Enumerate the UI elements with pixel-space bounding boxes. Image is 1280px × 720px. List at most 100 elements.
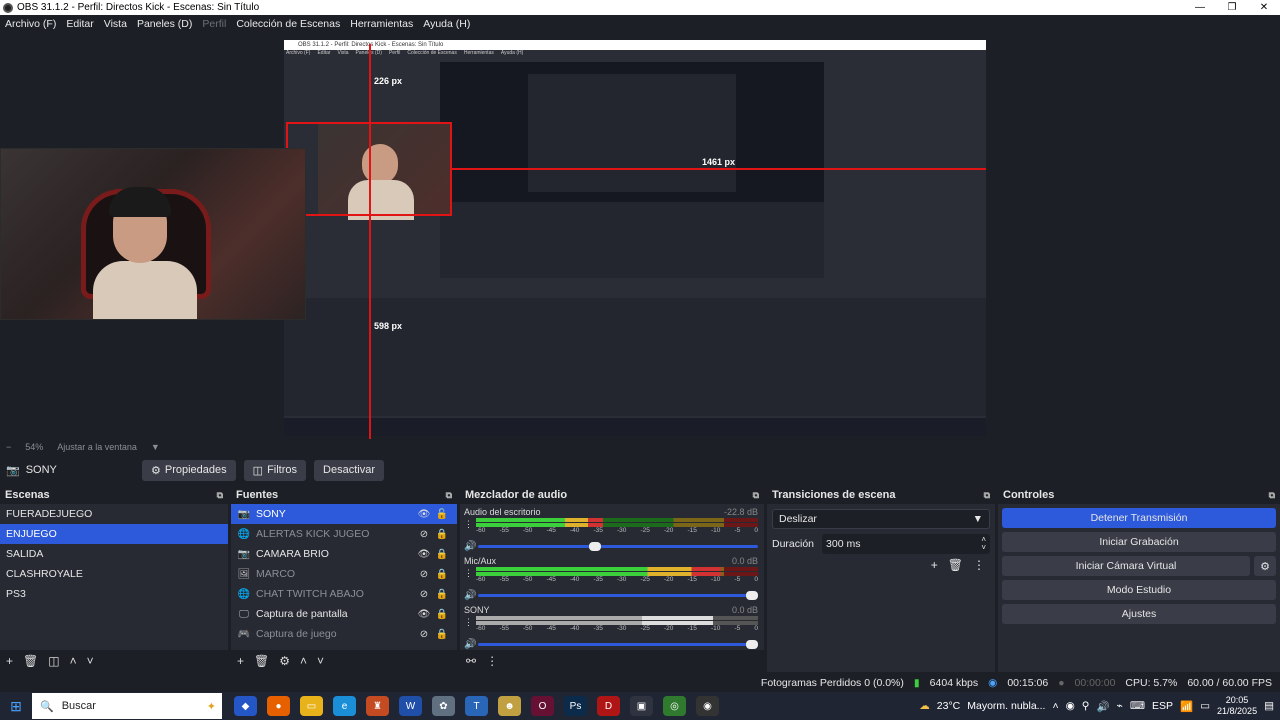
source-item[interactable]: 📷 CAMARA BRIO 👁 🔒: [231, 544, 457, 564]
lock-icon[interactable]: 🔒: [433, 609, 451, 620]
undock-icon[interactable]: ⧉: [1269, 490, 1275, 501]
menu-item[interactable]: Ayuda (H): [423, 18, 470, 30]
filters-button[interactable]: ◫ Filtros: [243, 459, 307, 481]
studio-mode-button[interactable]: Modo Estudio: [1002, 580, 1276, 600]
app-icon[interactable]: ✿: [432, 696, 455, 716]
unlock-icon[interactable]: 🔓: [433, 509, 451, 520]
eye-hidden-icon[interactable]: ⊘: [415, 529, 433, 540]
eye-icon[interactable]: 👁: [415, 549, 433, 560]
trash-icon[interactable]: 🗑: [23, 654, 38, 668]
volume-slider[interactable]: [478, 590, 758, 600]
trash-icon[interactable]: 🗑: [254, 654, 269, 668]
chevron-up-icon[interactable]: ˄: [1052, 700, 1058, 712]
add-icon[interactable]: +: [931, 558, 938, 572]
menu-item[interactable]: Paneles (D): [137, 18, 192, 30]
source-item[interactable]: 🖼 MARCO ⊘ 🔒: [231, 564, 457, 584]
add-icon[interactable]: +: [6, 654, 13, 668]
eye-icon[interactable]: 👁: [415, 609, 433, 620]
tray-obs-icon[interactable]: ◉: [1066, 700, 1075, 712]
wifi-icon[interactable]: 📶: [1180, 700, 1193, 713]
volume-slider-handle[interactable]: [746, 590, 758, 600]
more-icon[interactable]: ⋮: [464, 617, 476, 628]
virtual-camera-button[interactable]: Iniciar Cámara Virtual: [1002, 556, 1250, 576]
duration-stepper[interactable]: 300 ms ˄ ˅: [822, 534, 990, 554]
scene-item[interactable]: SALIDA: [0, 544, 228, 564]
speaker-icon[interactable]: 🔊: [464, 639, 478, 650]
battery-icon[interactable]: ▭: [1200, 700, 1210, 712]
opera-icon[interactable]: O: [531, 696, 554, 716]
chrome-icon[interactable]: ◎: [663, 696, 686, 716]
preview-canvas[interactable]: OBS 31.1.2 - Perfil: Directos Kick - Esc…: [284, 40, 986, 436]
menu-item[interactable]: Editar: [66, 18, 93, 30]
copilot-icon[interactable]: ◆: [234, 696, 257, 716]
preview-area[interactable]: OBS 31.1.2 - Perfil: Directos Kick - Esc…: [0, 34, 1280, 439]
undock-icon[interactable]: ⧉: [217, 490, 223, 501]
more-icon[interactable]: ⋮: [973, 558, 985, 572]
taskbar-clock[interactable]: 20:05 21/8/2025: [1217, 695, 1257, 717]
zoom-fit-label[interactable]: Ajustar a la ventana: [57, 442, 137, 452]
lock-icon[interactable]: 🔒: [433, 589, 451, 600]
close-icon[interactable]: ✕: [1248, 2, 1280, 13]
move-up-icon[interactable]: ˄: [300, 654, 307, 668]
move-up-icon[interactable]: ˄: [70, 654, 77, 668]
menu-item[interactable]: Vista: [104, 18, 127, 30]
undock-icon[interactable]: ⧉: [753, 490, 759, 501]
eye-hidden-icon[interactable]: ⊘: [415, 629, 433, 640]
eye-hidden-icon[interactable]: ⊘: [415, 589, 433, 600]
windows-start-icon[interactable]: ⊞: [0, 698, 32, 715]
usb-icon[interactable]: ⚲: [1082, 700, 1090, 712]
menu-item[interactable]: Herramientas: [350, 18, 413, 30]
scene-item[interactable]: CLASHROYALE: [0, 564, 228, 584]
edge-icon[interactable]: e: [333, 696, 356, 716]
eye-icon[interactable]: 👁: [415, 509, 433, 520]
source-item[interactable]: 🎮 Captura de juego ⊘ 🔒: [231, 624, 457, 644]
lock-icon[interactable]: 🔒: [433, 549, 451, 560]
word-icon[interactable]: W: [399, 696, 422, 716]
taskbar-search[interactable]: 🔍 Buscar ✦: [32, 693, 222, 719]
source-item[interactable]: 🖵 Captura de pantalla 👁 🔒: [231, 604, 457, 624]
scene-item[interactable]: PS3: [0, 584, 228, 604]
move-down-icon[interactable]: ˅: [87, 654, 94, 668]
lock-icon[interactable]: 🔒: [433, 569, 451, 580]
more-icon[interactable]: ⋮: [486, 654, 498, 668]
more-icon[interactable]: ⋮: [464, 519, 476, 530]
webcam-source[interactable]: [0, 148, 306, 320]
file-explorer-icon[interactable]: ▭: [300, 696, 323, 716]
language[interactable]: ESP: [1152, 700, 1173, 712]
restore-icon[interactable]: ❐: [1216, 2, 1248, 13]
clash-royale-icon[interactable]: ♜: [366, 696, 389, 716]
scene-item[interactable]: FUERADEJUEGO: [0, 504, 228, 524]
properties-button[interactable]: ⚙ Propiedades: [142, 459, 236, 481]
zoom-out-icon[interactable]: −: [6, 442, 11, 452]
capture-icon[interactable]: ▣: [630, 696, 653, 716]
stop-stream-button[interactable]: Detener Transmisión: [1002, 508, 1276, 528]
photoshop-icon[interactable]: Ps: [564, 696, 587, 716]
lock-icon[interactable]: 🔒: [433, 629, 451, 640]
menu-item[interactable]: Archivo (F): [5, 18, 56, 30]
undock-icon[interactable]: ⧉: [984, 490, 990, 501]
more-icon[interactable]: ⋮: [464, 568, 476, 579]
menu-item[interactable]: Colección de Escenas: [236, 18, 340, 30]
settings-button[interactable]: Ajustes: [1002, 604, 1276, 624]
network-icon[interactable]: ⌁: [1117, 700, 1123, 712]
scene-item[interactable]: ENJUEGO: [0, 524, 228, 544]
store-icon[interactable]: T: [465, 696, 488, 716]
davinci-icon[interactable]: D: [597, 696, 620, 716]
volume-slider[interactable]: [478, 639, 758, 649]
deactivate-button[interactable]: Desactivar: [314, 459, 384, 481]
stepper-arrows-icon[interactable]: ˄ ˅: [981, 536, 986, 552]
add-icon[interactable]: +: [237, 654, 244, 668]
eye-hidden-icon[interactable]: ⊘: [415, 569, 433, 580]
speaker-icon[interactable]: 🔊: [464, 541, 478, 552]
transition-select[interactable]: Deslizar ▼: [772, 509, 990, 529]
notification-icon[interactable]: ▤: [1264, 700, 1274, 712]
volume-icon[interactable]: 🔊: [1096, 700, 1109, 713]
firefox-icon[interactable]: ●: [267, 696, 290, 716]
start-recording-button[interactable]: Iniciar Grabación: [1002, 532, 1276, 552]
minimize-icon[interactable]: —: [1184, 2, 1216, 13]
game-icon[interactable]: ☻: [498, 696, 521, 716]
source-item[interactable]: 🌐 ALERTAS KICK JUGEO ⊘ 🔒: [231, 524, 457, 544]
link-icon[interactable]: ⚯: [466, 654, 476, 668]
volume-slider-handle[interactable]: [589, 541, 602, 551]
keyboard-icon[interactable]: ⌨: [1130, 700, 1145, 712]
